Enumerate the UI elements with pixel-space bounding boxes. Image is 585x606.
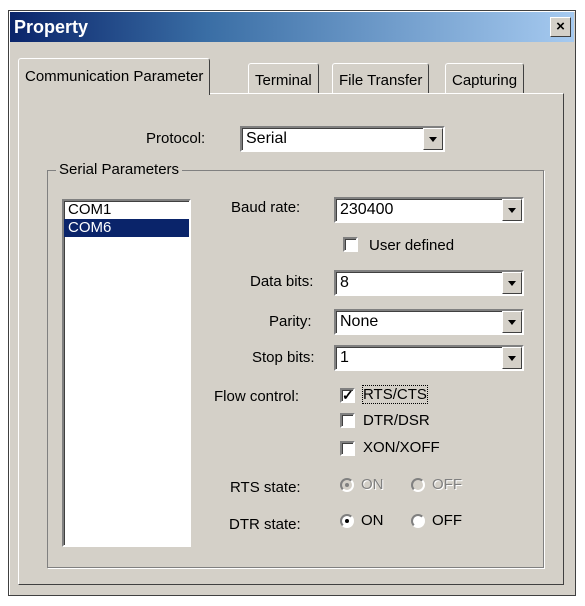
data-bits-label: Data bits: [250, 273, 314, 290]
rts-off-label: OFF [432, 476, 462, 493]
rts-cts-checkbox[interactable]: ✓ [340, 388, 355, 403]
dtr-on-radio[interactable] [340, 514, 354, 528]
dtr-off-radio[interactable] [411, 514, 425, 528]
dtr-state-label: DTR state: [229, 516, 301, 533]
list-item[interactable]: COM6 [64, 219, 189, 237]
protocol-select[interactable]: Serial [240, 126, 445, 152]
dtr-on-label: ON [361, 512, 384, 529]
chevron-down-icon[interactable] [502, 272, 522, 294]
xon-xoff-label: XON/XOFF [363, 439, 440, 456]
protocol-label: Protocol: [146, 130, 206, 147]
chevron-down-icon[interactable] [502, 347, 522, 369]
dtr-dsr-label: DTR/DSR [363, 412, 430, 429]
rts-cts-label: RTS/CTS [362, 385, 428, 404]
protocol-value: Serial [246, 130, 287, 147]
stop-bits-label: Stop bits: [252, 349, 315, 366]
port-listbox[interactable]: COM1 COM6 [62, 199, 191, 547]
dtr-off-label: OFF [432, 512, 462, 529]
stop-bits-select[interactable]: 1 [334, 345, 524, 371]
rts-on-radio[interactable] [340, 478, 354, 492]
baud-rate-value: 230400 [340, 201, 394, 218]
rts-off-radio[interactable] [411, 478, 425, 492]
stop-bits-value: 1 [340, 349, 349, 366]
flow-control-label: Flow control: [214, 388, 300, 405]
parity-value: None [340, 313, 379, 330]
check-icon: ✓ [342, 387, 354, 403]
user-defined-label: User defined [369, 237, 455, 254]
chevron-down-icon[interactable] [423, 128, 443, 150]
baud-rate-label: Baud rate: [231, 199, 301, 216]
chevron-down-icon[interactable] [502, 199, 522, 221]
data-bits-select[interactable]: 8 [334, 270, 524, 296]
list-item[interactable]: COM1 [64, 201, 189, 219]
chevron-down-icon[interactable] [502, 311, 522, 333]
rts-on-label: ON [361, 476, 384, 493]
serial-parameters-title: Serial Parameters [56, 161, 183, 178]
parity-select[interactable]: None [334, 309, 524, 335]
parity-label: Parity: [269, 313, 312, 330]
xon-xoff-checkbox[interactable] [340, 441, 355, 456]
rts-state-label: RTS state: [230, 479, 301, 496]
dtr-dsr-checkbox[interactable] [340, 413, 355, 428]
baud-rate-select[interactable]: 230400 [334, 197, 524, 223]
data-bits-value: 8 [340, 274, 349, 291]
user-defined-checkbox[interactable] [343, 237, 358, 252]
